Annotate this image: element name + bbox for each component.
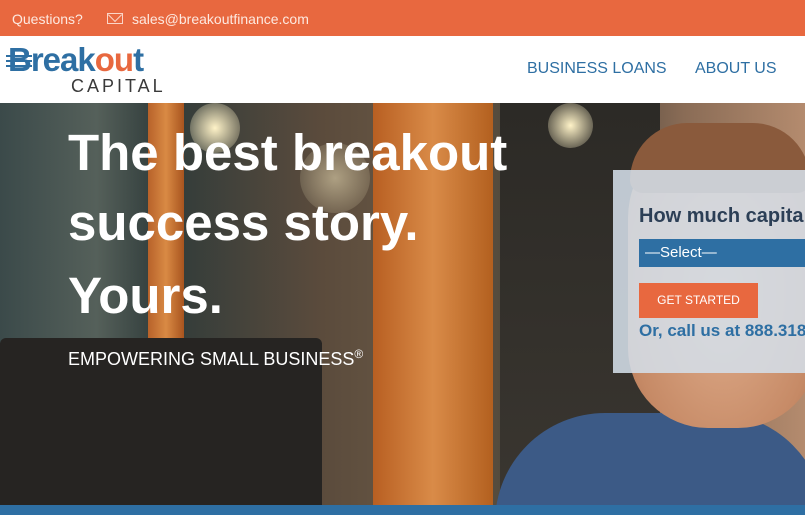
registered-mark: ® [354,347,364,361]
email-link[interactable]: sales@breakoutfinance.com [132,11,309,27]
logo-wordmark: Breakout [8,41,144,78]
site-header: Breakout CAPITAL BUSINESS LOANS ABOUT US [0,36,805,103]
nav-about-us[interactable]: ABOUT US [695,60,777,78]
bottom-strip [0,505,805,515]
nav-business-loans[interactable]: BUSINESS LOANS [527,60,667,78]
hero-tagline: EMPOWERING SMALL BUSINESS® [68,347,363,370]
tagline-text: EMPOWERING SMALL BUSINESS [68,349,355,369]
hero-headline: The best breakout success story. [68,118,507,258]
call-us-text[interactable]: Or, call us at 888.318 [639,321,805,341]
top-contact-bar: Questions? sales@breakoutfinance.com [0,0,805,36]
logo-subtitle: CAPITAL [71,76,166,96]
form-question: How much capita [639,205,804,227]
mail-icon [107,13,123,24]
headline-line-2: success story. [68,194,419,251]
headline-yours: Yours. [68,267,223,324]
get-started-button[interactable]: GET STARTED [639,283,758,318]
capital-request-form: How much capita —Select— GET STARTED Or,… [613,170,805,373]
headline-line-1: The best breakout [68,124,508,181]
capital-amount-select[interactable]: —Select— [639,239,805,267]
questions-label: Questions? [12,11,83,27]
